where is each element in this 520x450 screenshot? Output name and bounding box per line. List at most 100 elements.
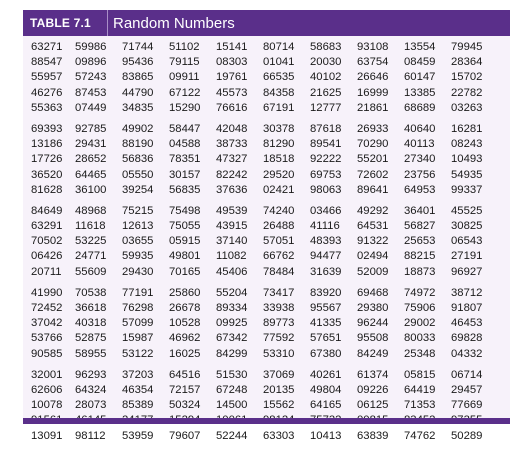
random-number-cell: 37069 xyxy=(263,368,295,381)
random-number-cell: 75215 xyxy=(122,204,154,217)
random-number-cell: 40318 xyxy=(75,317,107,330)
random-number-cell: 54935 xyxy=(451,168,483,181)
random-number-cell: 68689 xyxy=(404,101,436,114)
random-number-cell: 25860 xyxy=(169,286,201,299)
random-number-cell: 36401 xyxy=(404,204,436,217)
random-number-cell: 70165 xyxy=(169,265,201,278)
random-number-cell: 11618 xyxy=(75,220,106,233)
random-number-cell: 55363 xyxy=(31,101,63,114)
random-number-cell: 72157 xyxy=(169,383,201,396)
table-row: 10078 28073 85389 50324 14500 15562 64165 06125… xyxy=(23,398,510,413)
random-number-cell: 26488 xyxy=(263,220,295,233)
random-number-cell: 03655 xyxy=(122,235,154,248)
random-number-cell: 66762 xyxy=(263,250,295,263)
random-number-cell: 73417 xyxy=(263,286,295,299)
random-number-cell: 95508 xyxy=(357,332,389,345)
random-number-cell: 20711 xyxy=(31,265,62,278)
random-number-cell: 67342 xyxy=(216,332,248,345)
random-number-cell: 42048 xyxy=(216,122,248,135)
random-number-cell: 78351 xyxy=(169,153,201,166)
table-row: 81628 36100 39254 56835 37636 02421 98063 89641… xyxy=(23,183,510,198)
random-number-cell: 09925 xyxy=(216,317,248,330)
random-number-cell: 75498 xyxy=(169,204,201,217)
random-number-cell: 06543 xyxy=(451,235,483,248)
random-number-cell: 24771 xyxy=(75,250,107,263)
random-number-cell: 76616 xyxy=(216,101,248,114)
random-number-cell: 94477 xyxy=(310,250,342,263)
random-number-cell: 74240 xyxy=(263,204,295,217)
random-number-cell: 59935 xyxy=(122,250,154,263)
random-number-cell: 63291 xyxy=(31,220,63,233)
random-number-cell: 49801 xyxy=(169,250,201,263)
random-number-cell: 10078 xyxy=(31,399,63,412)
random-number-cell: 09226 xyxy=(357,383,389,396)
random-number-cell: 56827 xyxy=(404,220,436,233)
random-number-cell: 37203 xyxy=(122,368,154,381)
random-number-cell: 91807 xyxy=(451,302,483,314)
random-number-cell: 49539 xyxy=(216,204,248,217)
random-number-cell: 84249 xyxy=(357,347,389,360)
table-row: 70502 53225 03655 05915 37140 57051 48393 91322… xyxy=(23,234,510,249)
random-number-cell: 71353 xyxy=(404,399,436,412)
table-row: 72452 36618 76298 26678 89334 33938 95567 29380… xyxy=(23,301,510,316)
random-number-cell: 03263 xyxy=(451,101,483,114)
random-number-cell: 30157 xyxy=(169,168,201,181)
random-number-cell: 85389 xyxy=(122,399,154,412)
random-number-cell: 78484 xyxy=(263,265,295,278)
random-number-cell: 89334 xyxy=(216,302,248,314)
random-number-cell: 47327 xyxy=(216,153,248,166)
random-number-cell: 06426 xyxy=(31,250,63,263)
random-number-cell: 29520 xyxy=(263,168,295,181)
random-number-cell: 19761 xyxy=(216,71,248,84)
table-row: 63271 59986 71744 51102 15141 80714 58683 93108… xyxy=(23,40,510,55)
table-row: 63291 11618 12613 75055 43915 26488 41116 64531… xyxy=(23,219,510,234)
random-number-cell: 15702 xyxy=(451,71,483,84)
random-number-cell: 09896 xyxy=(75,56,107,69)
random-number-cell: 58447 xyxy=(169,122,201,135)
random-number-cell: 79115 xyxy=(169,56,200,69)
random-number-cell: 64465 xyxy=(75,168,107,181)
random-number-cell: 40640 xyxy=(404,122,436,135)
random-number-cell: 16025 xyxy=(169,347,201,360)
random-number-cell: 89541 xyxy=(310,138,342,151)
random-number-cell: 89641 xyxy=(357,183,389,196)
random-number-cell: 09911 xyxy=(169,71,200,84)
random-number-cell: 40102 xyxy=(310,71,342,84)
random-number-cell: 05815 xyxy=(404,368,436,381)
table-row: 46276 87453 44790 67122 45573 84358 21625 16999… xyxy=(23,86,510,101)
random-number-cell: 53225 xyxy=(75,235,107,248)
random-number-cell: 26678 xyxy=(169,302,201,314)
random-number-cell: 72452 xyxy=(31,302,63,314)
random-number-cell: 70290 xyxy=(357,138,389,151)
random-number-cell: 96244 xyxy=(357,317,389,330)
random-number-cell: 05550 xyxy=(122,168,154,181)
random-number-cell: 77669 xyxy=(451,399,483,412)
random-number-cell: 84299 xyxy=(216,347,248,360)
random-number-cell: 70538 xyxy=(75,286,107,299)
random-number-cell: 20135 xyxy=(263,383,295,396)
random-number-cell: 49292 xyxy=(357,204,389,217)
number-block: 41990 70538 77191 25860 55204 73417 83920 69468… xyxy=(23,286,510,362)
random-number-cell: 15290 xyxy=(169,101,201,114)
random-number-cell: 55201 xyxy=(357,153,389,166)
table-row: 17726 28652 56836 78351 47327 18518 92222 55201… xyxy=(23,152,510,167)
random-number-cell: 36520 xyxy=(31,168,63,181)
random-number-cell: 98063 xyxy=(310,183,342,196)
table-body: 63271 59986 71744 51102 15141 80714 58683 93108… xyxy=(23,40,510,450)
random-number-cell: 15987 xyxy=(122,332,154,345)
random-number-cell: 02494 xyxy=(357,250,389,263)
random-number-cell: 03466 xyxy=(310,204,342,217)
random-number-cell: 64419 xyxy=(404,383,436,396)
random-number-cell: 96927 xyxy=(451,265,483,278)
random-number-cell: 41116 xyxy=(310,220,340,233)
random-number-cell: 46276 xyxy=(31,86,63,99)
random-number-cell: 34835 xyxy=(122,101,154,114)
random-number-cell: 17726 xyxy=(31,153,63,166)
random-number-cell: 83865 xyxy=(122,71,154,84)
random-number-cell: 46453 xyxy=(451,317,483,330)
random-number-cell: 51102 xyxy=(169,41,200,53)
random-number-cell: 28073 xyxy=(75,399,107,412)
random-number-cell: 21625 xyxy=(310,86,342,99)
random-number-cell: 29380 xyxy=(357,302,389,314)
random-number-cell: 52009 xyxy=(357,265,389,278)
